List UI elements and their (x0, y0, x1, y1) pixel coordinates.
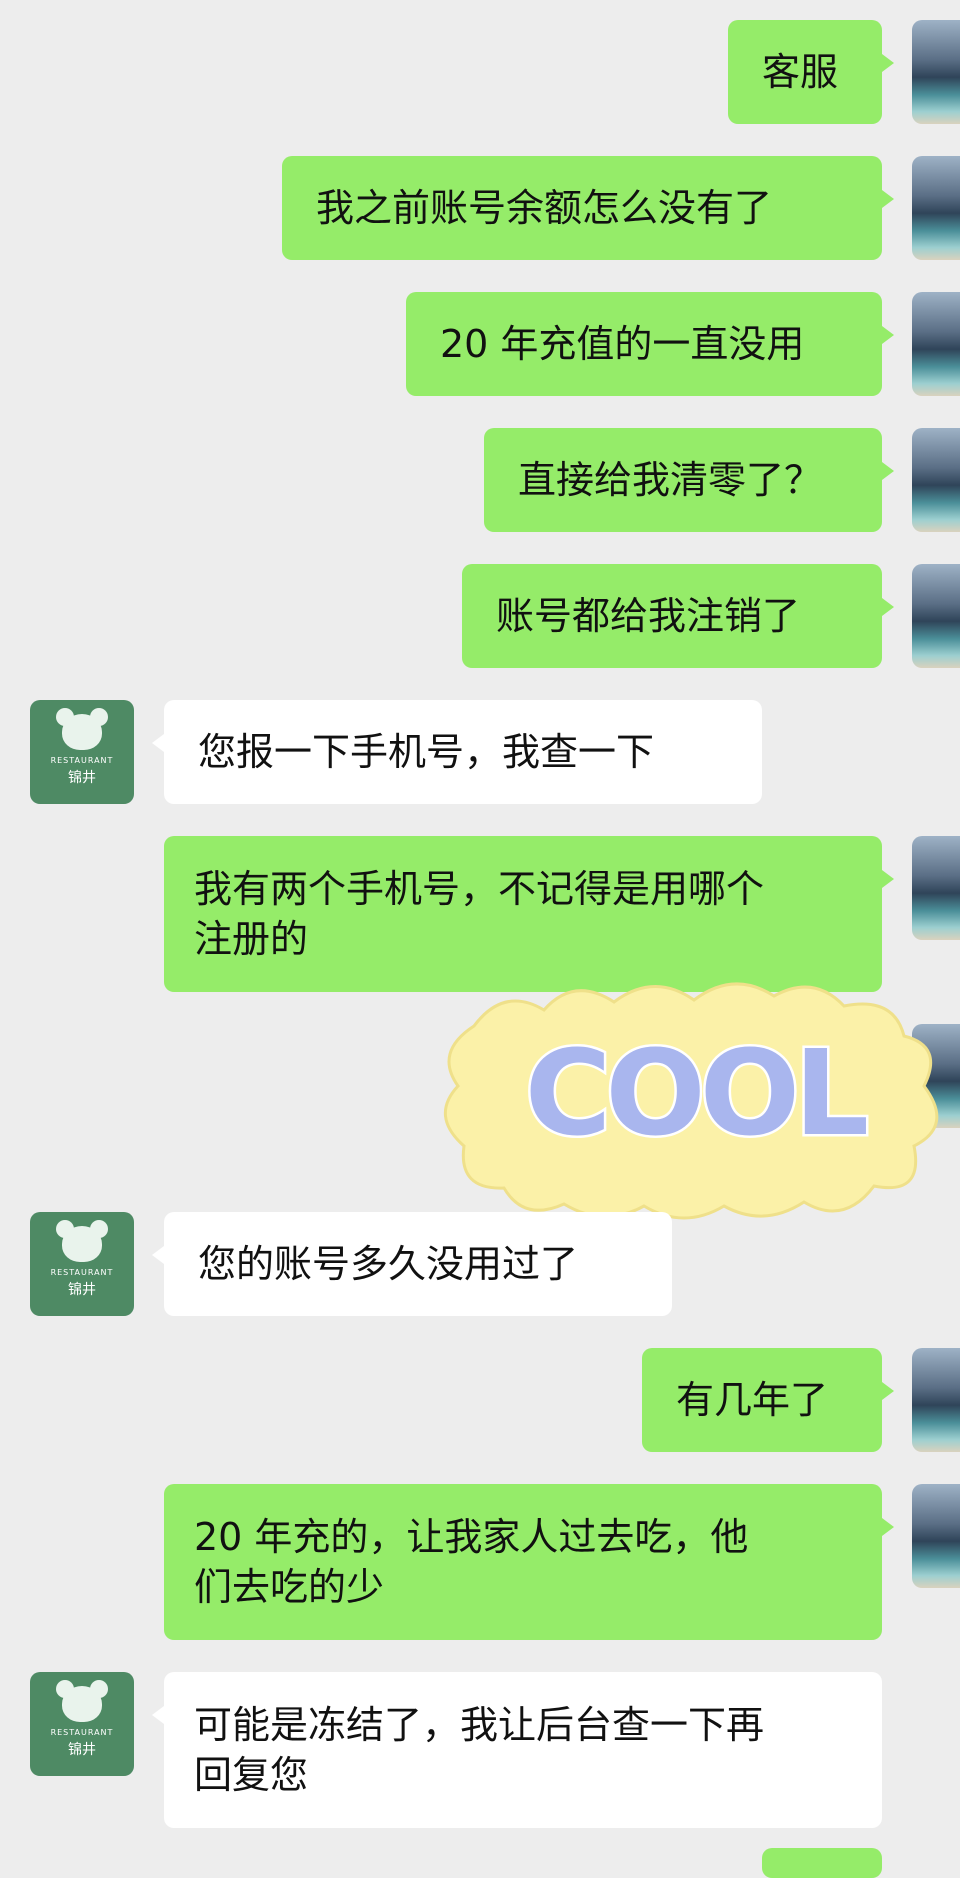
agent-avatar-brand-cn: 锦井 (68, 1742, 96, 1758)
user-avatar[interactable] (912, 20, 960, 124)
restaurant-logo-icon (56, 708, 108, 750)
user-avatar[interactable] (912, 292, 960, 396)
agent-avatar-brand-en: RESTAURANT (50, 1268, 114, 1277)
message-bubble-sent[interactable]: 直接给我清零了？ (484, 428, 894, 532)
user-avatar[interactable] (912, 1484, 960, 1588)
message-bubble-sent[interactable]: 我之前账号余额怎么没有了 (282, 156, 894, 260)
agent-avatar-brand-cn: 锦井 (68, 1282, 96, 1298)
user-avatar[interactable] (912, 156, 960, 260)
agent-avatar[interactable]: RESTAURANT 锦井 (30, 1672, 134, 1776)
message-bubble-sent[interactable]: 有几年了 (642, 1348, 894, 1452)
cool-sticker[interactable]: COOL (434, 966, 954, 1226)
agent-avatar-brand-en: RESTAURANT (50, 756, 114, 765)
user-avatar[interactable] (912, 836, 960, 940)
sticker-text: COOL (525, 1024, 866, 1162)
agent-avatar-brand-en: RESTAURANT (50, 1728, 114, 1737)
message-bubble-received[interactable]: 您的账号多久没用过了 (152, 1212, 672, 1316)
message-bubble-sent[interactable]: 20 年充值的一直没用 (406, 292, 894, 396)
message-bubble-sent[interactable]: 账号都给我注销了 (462, 564, 894, 668)
agent-avatar[interactable]: RESTAURANT 锦井 (30, 700, 134, 804)
message-bubble-received[interactable]: 可能是冻结了，我让后台查一下再 回复您 (152, 1672, 882, 1828)
user-avatar[interactable] (912, 564, 960, 668)
restaurant-logo-icon (56, 1680, 108, 1722)
agent-avatar-brand-cn: 锦井 (68, 770, 96, 786)
message-bubble-sent[interactable]: 客服 (728, 20, 894, 124)
agent-avatar[interactable]: RESTAURANT 锦井 (30, 1212, 134, 1316)
user-avatar[interactable] (912, 1348, 960, 1452)
restaurant-logo-icon (56, 1220, 108, 1262)
message-bubble-sent[interactable]: 20 年充的，让我家人过去吃，他 们去吃的少 (164, 1484, 894, 1640)
message-bubble-sent-partial[interactable] (762, 1848, 882, 1878)
message-bubble-received[interactable]: 您报一下手机号，我查一下 (152, 700, 762, 804)
user-avatar[interactable] (912, 428, 960, 532)
